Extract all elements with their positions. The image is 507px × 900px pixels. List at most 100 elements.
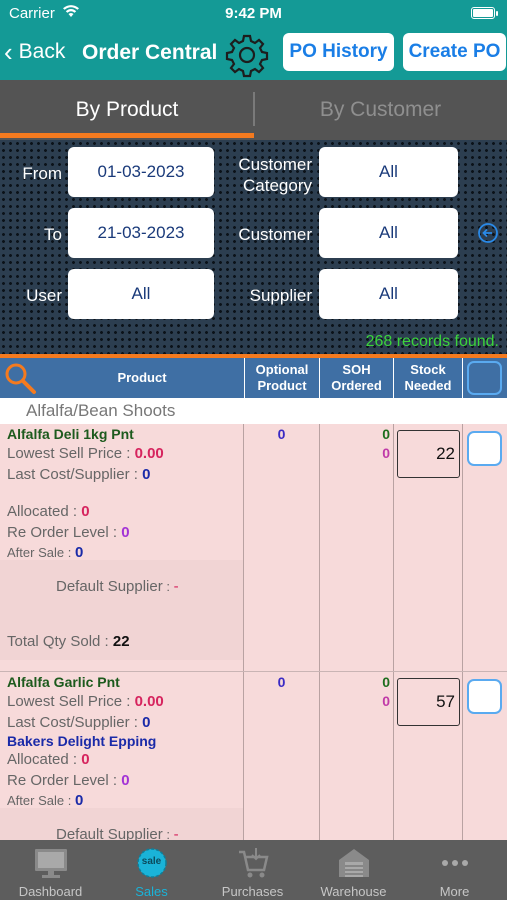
last-cost-value: 0 <box>142 466 151 483</box>
page-title: Order Central <box>82 41 218 64</box>
after-sale-value: 0 <box>74 544 84 561</box>
battery-icon <box>471 7 498 19</box>
ordered-value: 0 <box>382 693 390 709</box>
user-label: User <box>26 286 62 305</box>
gear-icon[interactable] <box>222 30 272 80</box>
customer-label: Customer <box>238 225 312 244</box>
supplier-name: Bakers Delight Epping <box>7 733 157 749</box>
group-header: Alfalfa/Bean Shoots <box>0 398 507 424</box>
row-checkbox[interactable] <box>467 431 502 466</box>
last-cost-supplier: Last Cost/Supplier : 0 <box>7 466 151 483</box>
tab-more[interactable]: More <box>404 840 505 900</box>
reorder-value: 0 <box>121 772 130 789</box>
tab-label: Warehouse <box>320 884 387 899</box>
table-row[interactable]: Alfalfa Deli 1kg Pnt Lowest Sell Price :… <box>0 424 507 672</box>
tab-label: Purchases <box>221 884 284 899</box>
allocated-label: Allocated <box>7 751 69 768</box>
to-label: To <box>44 225 62 244</box>
po-history-button[interactable]: PO History <box>283 33 394 71</box>
view-segment-control: By Product By Customer <box>0 80 507 140</box>
product-name: Alfalfa Deli 1kg Pnt <box>7 426 134 442</box>
stock-needed-input[interactable]: 22 <box>397 430 460 478</box>
column-header-product[interactable]: Product <box>40 358 244 398</box>
stock-needed-input[interactable]: 57 <box>397 678 460 726</box>
allocated-value: 0 <box>81 751 90 768</box>
after-sale-label: After Sale <box>7 793 65 808</box>
user-select[interactable]: All <box>68 269 214 319</box>
warehouse-icon <box>339 849 369 877</box>
status-time: 9:42 PM <box>225 5 282 22</box>
optional-product-value: 0 <box>277 426 286 442</box>
lowest-sell-value: 0.00 <box>134 693 164 710</box>
back-label: Back <box>18 40 66 63</box>
column-header-optional-product[interactable]: Optional Product <box>245 358 319 398</box>
tab-dashboard[interactable]: Dashboard <box>0 840 101 900</box>
active-segment-underline <box>0 133 254 138</box>
default-supplier-label: Default Supplier <box>56 578 163 595</box>
reorder-level: Re Order Level : 0 <box>7 772 130 789</box>
tab-sales[interactable]: sale Sales <box>101 840 202 900</box>
tab-purchases[interactable]: Purchases <box>202 840 303 900</box>
tab-warehouse[interactable]: Warehouse <box>303 840 404 900</box>
table-row[interactable]: Alfalfa Garlic Pnt Lowest Sell Price : 0… <box>0 672 507 840</box>
records-count: 268 records found. <box>365 333 499 350</box>
search-icon[interactable] <box>2 360 38 396</box>
more-dots-icon <box>442 860 468 866</box>
default-supplier-value: - <box>173 578 179 595</box>
lowest-sell-value: 0.00 <box>134 445 164 462</box>
default-supplier-label: Default Supplier <box>56 826 163 840</box>
chevron-left-icon: ‹ <box>4 37 13 67</box>
column-separator <box>462 358 463 398</box>
column-header-soh-ordered[interactable]: SOH Ordered <box>320 358 393 398</box>
total-qty-value: 22 <box>112 633 130 650</box>
nav-bar: ‹ Back Order Central PO History Create P… <box>0 28 507 80</box>
bottom-tab-bar: Dashboard sale Sales Purchases Warehouse <box>0 840 507 900</box>
last-cost-label: Last Cost/Supplier <box>7 714 130 731</box>
create-po-button[interactable]: Create PO <box>403 33 506 71</box>
monitor-icon <box>35 849 67 878</box>
back-button[interactable]: ‹ Back <box>4 37 66 67</box>
column-header-stock-needed[interactable]: Stock Needed <box>394 358 462 398</box>
ordered-value: 0 <box>382 445 390 461</box>
stock-header-line1: Stock <box>410 362 446 377</box>
reorder-level: Re Order Level : 0 <box>7 524 130 541</box>
to-date-field[interactable]: 21-03-2023 <box>68 208 214 258</box>
default-supplier: Default Supplier : - <box>56 578 179 595</box>
circle-arrow-left-icon[interactable] <box>477 222 499 244</box>
allocated: Allocated : 0 <box>7 751 90 768</box>
select-all-checkbox[interactable] <box>467 361 502 395</box>
supplier-label: Supplier <box>249 286 312 305</box>
optional-header-line1: Optional <box>255 362 309 377</box>
product-name: Alfalfa Garlic Pnt <box>7 674 120 690</box>
tab-by-customer[interactable]: By Customer <box>254 80 507 140</box>
tab-by-product[interactable]: By Product <box>0 80 254 140</box>
soh-value: 0 <box>382 426 390 442</box>
customer-category-label: Customer Category <box>222 154 312 196</box>
after-sale-value: 0 <box>74 792 84 809</box>
cart-icon <box>239 848 269 878</box>
reorder-value: 0 <box>121 524 130 541</box>
allocated-label: Allocated <box>7 503 69 520</box>
default-supplier: Default Supplier : - <box>56 826 179 840</box>
product-list: Alfalfa Deli 1kg Pnt Lowest Sell Price :… <box>0 424 507 840</box>
after-sale: After Sale : 0 <box>7 792 84 809</box>
customer-category-label-line2: Category <box>243 176 312 195</box>
lowest-sell-price: Lowest Sell Price : 0.00 <box>7 445 164 462</box>
default-supplier-value: - <box>173 826 179 840</box>
customer-category-label-line1: Customer <box>238 155 312 174</box>
last-cost-label: Last Cost/Supplier <box>7 466 130 483</box>
after-sale: After Sale : 0 <box>7 544 84 561</box>
last-cost-value: 0 <box>142 714 151 731</box>
allocated: Allocated : 0 <box>7 503 90 520</box>
customer-category-select[interactable]: All <box>319 147 458 197</box>
soh-header-line2: Ordered <box>331 378 382 393</box>
soh-header-line1: SOH <box>342 362 371 377</box>
lowest-sell-label: Lowest Sell Price <box>7 693 123 710</box>
reorder-label: Re Order Level <box>7 772 109 789</box>
customer-select[interactable]: All <box>319 208 458 258</box>
allocated-value: 0 <box>81 503 90 520</box>
supplier-select[interactable]: All <box>319 269 458 319</box>
from-date-field[interactable]: 01-03-2023 <box>68 147 214 197</box>
reorder-label: Re Order Level <box>7 524 109 541</box>
row-checkbox[interactable] <box>467 679 502 714</box>
